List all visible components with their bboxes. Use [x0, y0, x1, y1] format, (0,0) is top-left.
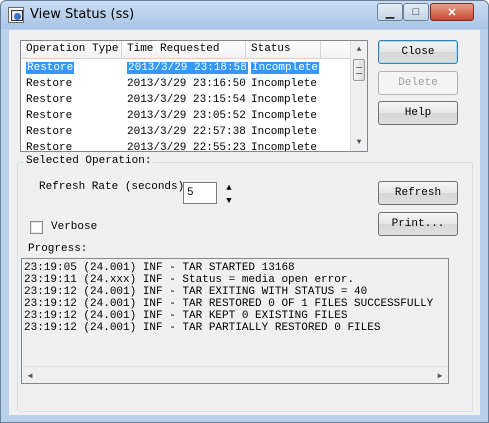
column-header-status[interactable]: Status — [246, 41, 321, 59]
refresh-rate-input[interactable]: 5 — [183, 182, 217, 204]
cell-operation-type: Restore — [26, 142, 73, 151]
list-header: Operation Type Time Requested Status — [21, 41, 351, 59]
cell-time-requested: 2013/3/29 23:15:54 — [127, 94, 246, 106]
cell-status: Incomplete — [251, 62, 320, 74]
scrollbar-thumb[interactable] — [353, 59, 365, 81]
scroll-up-arrow-icon[interactable]: ▲ — [351, 41, 367, 58]
title-bar[interactable]: View Status (ss) ▁ □ ✕ — [1, 1, 488, 29]
progress-horizontal-scrollbar[interactable]: ◀ ▶ — [22, 366, 448, 383]
refresh-rate-label: Refresh Rate (seconds): — [39, 181, 191, 193]
list-row[interactable]: Restore 2013/3/29 23:15:54 Incomplete — [21, 92, 351, 108]
operations-list[interactable]: Operation Type Time Requested Status Res… — [20, 40, 368, 152]
cell-status: Incomplete — [251, 94, 318, 106]
refresh-button[interactable]: Refresh — [378, 181, 458, 205]
list-row[interactable]: Restore 2013/3/29 22:57:38 Incomplete — [21, 124, 351, 140]
log-line: 23:19:12 (24.001) INF - TAR RESTORED 0 O… — [24, 298, 434, 310]
close-window-button[interactable]: ✕ — [430, 3, 474, 21]
log-line: 23:19:11 (24.xxx) INF - Status = media o… — [24, 274, 355, 286]
list-vertical-scrollbar[interactable]: ▲ ▼ — [350, 41, 367, 151]
log-line: 23:19:12 (24.001) INF - TAR KEPT 0 EXIST… — [24, 310, 348, 322]
scroll-right-arrow-icon[interactable]: ▶ — [432, 367, 448, 384]
window-title: View Status (ss) — [30, 7, 135, 22]
cell-time-requested: 2013/3/29 22:57:38 — [127, 126, 246, 138]
verbose-checkbox[interactable] — [30, 221, 43, 234]
scroll-left-arrow-icon[interactable]: ◀ — [22, 367, 38, 384]
cell-time-requested: 2013/3/29 23:05:52 — [127, 110, 246, 122]
maximize-button[interactable]: □ — [403, 3, 429, 21]
cell-status: Incomplete — [251, 142, 318, 151]
spin-down-arrow-icon[interactable]: ▼ — [221, 195, 237, 207]
dialog-client: Operation Type Time Requested Status Res… — [9, 30, 480, 415]
cell-operation-type: Restore — [26, 110, 73, 122]
cell-status: Incomplete — [251, 126, 318, 138]
close-button[interactable]: Close — [378, 40, 458, 64]
list-row[interactable]: Restore 2013/3/29 23:05:52 Incomplete — [21, 108, 351, 124]
log-line: 23:19:12 (24.001) INF - TAR EXITING WITH… — [24, 286, 368, 298]
progress-log[interactable]: 23:19:05 (24.001) INF - TAR STARTED 1316… — [21, 258, 449, 384]
cell-time-requested: 2013/3/29 23:18:58 — [127, 62, 248, 74]
help-button[interactable]: Help — [378, 101, 458, 125]
progress-label: Progress: — [28, 243, 88, 255]
log-line: 23:19:12 (24.001) INF - TAR PARTIALLY RE… — [24, 322, 381, 334]
print-button[interactable]: Print... — [378, 212, 458, 236]
cell-status: Incomplete — [251, 78, 318, 90]
group-label: Selected Operation: — [24, 155, 154, 167]
progress-log-lines: 23:19:05 (24.001) INF - TAR STARTED 1316… — [24, 262, 444, 334]
list-row[interactable]: Restore 2013/3/29 22:55:23 Incomplete — [21, 140, 351, 151]
delete-button[interactable]: Delete — [378, 71, 458, 95]
cell-operation-type: Restore — [26, 94, 73, 106]
log-line: 23:19:05 (24.001) INF - TAR STARTED 1316… — [24, 262, 295, 274]
cell-time-requested: 2013/3/29 23:16:50 — [127, 78, 246, 90]
column-header-empty[interactable] — [321, 41, 351, 59]
column-header-operation-type[interactable]: Operation Type — [21, 41, 122, 59]
verbose-label[interactable]: Verbose — [51, 221, 97, 233]
list-row[interactable]: Restore 2013/3/29 23:16:50 Incomplete — [21, 76, 351, 92]
minimize-button[interactable]: ▁ — [377, 3, 403, 21]
cell-operation-type: Restore — [26, 126, 73, 138]
view-status-window: View Status (ss) ▁ □ ✕ Operation Type Ti… — [0, 0, 489, 423]
cell-time-requested: 2013/3/29 22:55:23 — [127, 142, 246, 151]
cell-status: Incomplete — [251, 110, 318, 122]
spin-up-arrow-icon[interactable]: ▲ — [221, 182, 237, 194]
scroll-down-arrow-icon[interactable]: ▼ — [351, 134, 367, 151]
cell-operation-type: Restore — [26, 78, 73, 90]
list-rows: Restore 2013/3/29 23:18:58 Incomplete Re… — [21, 60, 351, 151]
column-header-time-requested[interactable]: Time Requested — [122, 41, 246, 59]
cell-operation-type: Restore — [26, 62, 75, 74]
list-row[interactable]: Restore 2013/3/29 23:18:58 Incomplete — [21, 60, 351, 76]
app-icon — [8, 7, 24, 23]
